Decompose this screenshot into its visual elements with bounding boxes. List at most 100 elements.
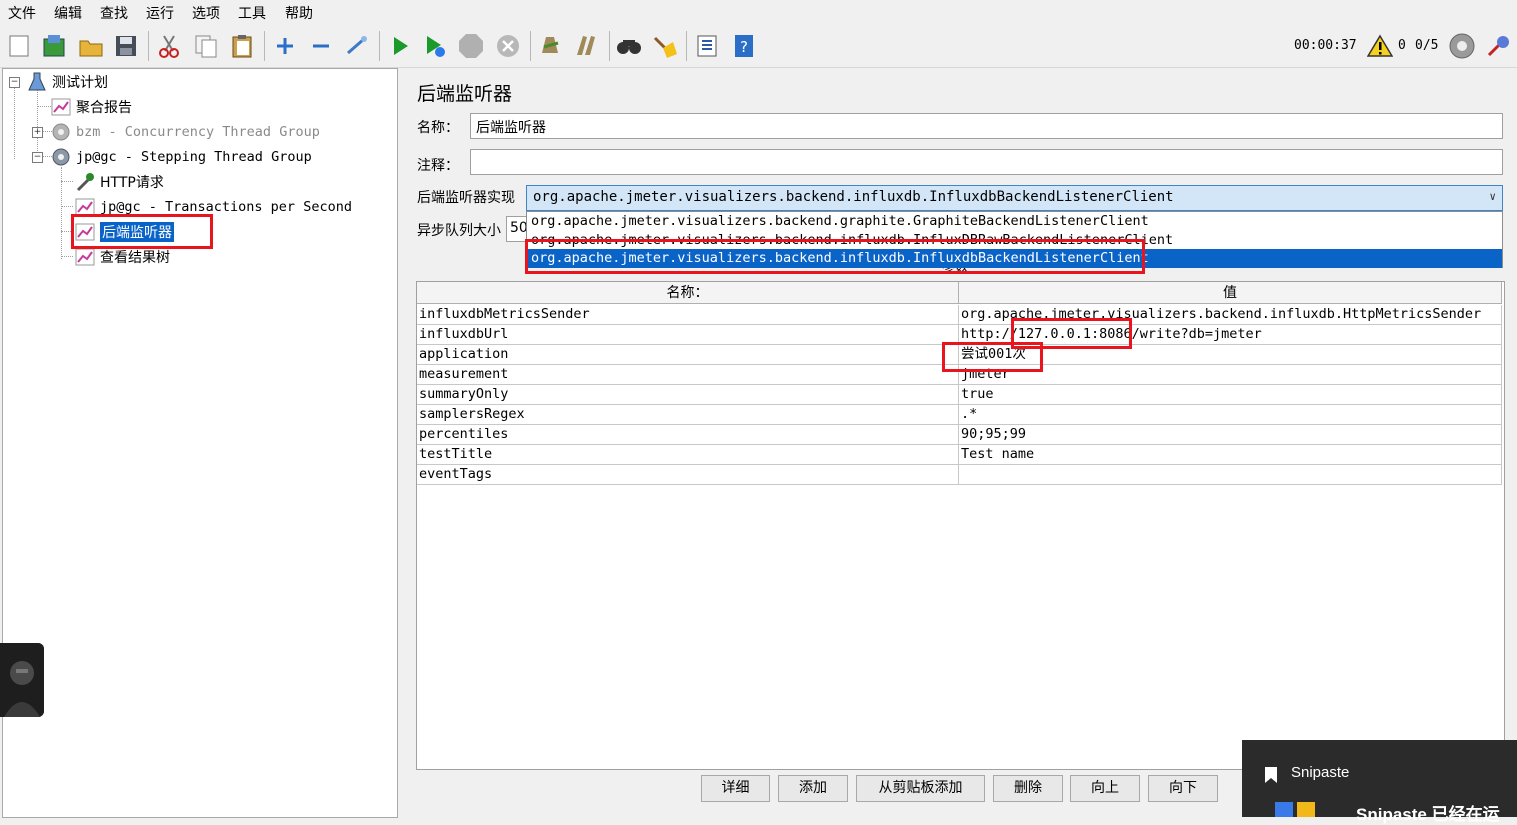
- warning-icon[interactable]: [1366, 32, 1394, 60]
- queue-size-label: 异步队列大小: [417, 223, 501, 239]
- tree-line: [61, 256, 73, 257]
- column-header-name[interactable]: 名称：: [417, 282, 959, 304]
- dropdown-option[interactable]: org.apache.jmeter.visualizers.backend.in…: [527, 231, 1502, 250]
- table-cell-value[interactable]: [959, 465, 1502, 485]
- table-cell-name[interactable]: influxdbUrl: [417, 325, 959, 345]
- snipaste-notification[interactable]: Snipaste Snipaste 已经在运: [1242, 740, 1517, 824]
- column-header-value[interactable]: 值: [959, 282, 1502, 304]
- table-cell-value[interactable]: jmeter: [959, 365, 1502, 385]
- clear-all-icon[interactable]: [572, 32, 600, 60]
- tree-item-aggregate-report[interactable]: 聚合报告: [51, 96, 132, 118]
- elapsed-timer: 00:00:37: [1294, 38, 1357, 53]
- svg-text:?: ?: [740, 38, 748, 56]
- function-helper-icon[interactable]: [693, 32, 721, 60]
- stop-icon[interactable]: [457, 32, 485, 60]
- table-cell-name[interactable]: samplersRegex: [417, 405, 959, 425]
- templates-icon[interactable]: [40, 32, 68, 60]
- add-from-clipboard-button[interactable]: 从剪贴板添加: [856, 775, 985, 802]
- table-cell-name[interactable]: summaryOnly: [417, 385, 959, 405]
- tree-item-backend-listener[interactable]: 后端监听器: [75, 221, 174, 243]
- tree-item-stepping-thread-group[interactable]: jp@gc - Stepping Thread Group: [51, 146, 312, 168]
- detail-button[interactable]: 详细: [701, 775, 770, 802]
- start-no-pause-icon[interactable]: [421, 32, 449, 60]
- menu-edit[interactable]: 编辑: [54, 3, 82, 23]
- chevron-down-icon[interactable]: ∨: [1489, 190, 1496, 203]
- tree-item-tps-listener[interactable]: jp@gc - Transactions per Second: [75, 196, 352, 218]
- help-icon[interactable]: ?: [730, 32, 758, 60]
- chart-listener-icon: [75, 247, 95, 267]
- gear-icon: [51, 147, 71, 167]
- shutdown-icon[interactable]: [494, 32, 522, 60]
- table-cell-value[interactable]: .*: [959, 405, 1502, 425]
- table-cell-name[interactable]: percentiles: [417, 425, 959, 445]
- menu-run[interactable]: 运行: [146, 3, 174, 23]
- cut-icon[interactable]: [155, 32, 183, 60]
- chart-listener-icon: [75, 222, 95, 242]
- tree-line: [37, 106, 51, 107]
- params-table[interactable]: 名称： 值 influxdbMetricsSender org.apache.j…: [416, 281, 1505, 770]
- collapse-toggle[interactable]: −: [32, 152, 43, 163]
- toggle-icon[interactable]: [343, 32, 371, 60]
- paste-icon[interactable]: [228, 32, 256, 60]
- active-threads: 0/5: [1415, 38, 1439, 53]
- dropdown-option[interactable]: org.apache.jmeter.visualizers.backend.gr…: [527, 212, 1502, 231]
- expand-toggle[interactable]: +: [32, 127, 43, 138]
- open-icon[interactable]: [77, 32, 105, 60]
- backend-listener-panel: 后端监听器 名称： 后端监听器 注释： 后端监听器实现 org.apache.j…: [404, 68, 1517, 817]
- tree-line: [14, 87, 15, 159]
- tree-item-http-request[interactable]: HTTP请求: [75, 171, 164, 193]
- expand-icon[interactable]: [271, 32, 299, 60]
- menu-search[interactable]: 查找: [100, 3, 128, 23]
- chart-listener-icon: [51, 97, 71, 117]
- move-down-button[interactable]: 向下: [1148, 775, 1218, 802]
- table-cell-value[interactable]: true: [959, 385, 1502, 405]
- snipaste-logo-icon: [1275, 802, 1315, 821]
- tree-line: [61, 181, 73, 182]
- reset-search-icon[interactable]: [651, 32, 679, 60]
- collapse-icon[interactable]: [307, 32, 335, 60]
- save-icon[interactable]: [112, 32, 140, 60]
- start-icon[interactable]: [386, 32, 414, 60]
- menu-tools[interactable]: 工具: [238, 3, 266, 23]
- table-cell-name[interactable]: influxdbMetricsSender: [417, 305, 959, 325]
- tree-item-test-plan[interactable]: 测试计划: [27, 71, 108, 93]
- comment-label: 注释：: [417, 158, 459, 174]
- impl-select[interactable]: org.apache.jmeter.visualizers.backend.in…: [526, 185, 1503, 211]
- table-cell-name[interactable]: application: [417, 345, 959, 365]
- copy-icon[interactable]: [192, 32, 220, 60]
- menu-help[interactable]: 帮助: [285, 3, 313, 23]
- table-cell-name[interactable]: measurement: [417, 365, 959, 385]
- table-cell-value[interactable]: Test name: [959, 445, 1502, 465]
- test-plan-tree[interactable]: − 测试计划 聚合报告 + bzm - Concurrency Thread G…: [2, 68, 398, 818]
- dropdown-option-selected[interactable]: org.apache.jmeter.visualizers.backend.in…: [527, 249, 1502, 268]
- clear-icon[interactable]: [535, 32, 563, 60]
- comment-field[interactable]: [470, 149, 1503, 175]
- menu-file[interactable]: 文件: [8, 3, 36, 23]
- table-cell-value[interactable]: 90;95;99: [959, 425, 1502, 445]
- impl-select-value: org.apache.jmeter.visualizers.backend.in…: [533, 189, 1174, 205]
- table-cell-value[interactable]: http://127.0.0.1:8086/write?db=jmeter: [959, 325, 1502, 345]
- table-cell-value[interactable]: 尝试001次: [959, 345, 1502, 365]
- chart-listener-icon: [75, 197, 95, 217]
- toolbar: ? 00:00:37 0 0/5: [0, 25, 1517, 68]
- error-count: 0: [1398, 38, 1406, 53]
- log-viewer-icon[interactable]: [1484, 32, 1512, 60]
- tree-line: [61, 206, 73, 207]
- table-cell-name[interactable]: testTitle: [417, 445, 959, 465]
- table-cell-name[interactable]: eventTags: [417, 465, 959, 485]
- floating-avatar[interactable]: [0, 643, 44, 717]
- delete-button[interactable]: 删除: [993, 775, 1063, 802]
- collapse-toggle[interactable]: −: [9, 77, 20, 88]
- menu-options[interactable]: 选项: [192, 3, 220, 23]
- table-cell-value[interactable]: org.apache.jmeter.visualizers.backend.in…: [959, 305, 1502, 325]
- tree-item-view-results-tree[interactable]: 查看结果树: [75, 246, 170, 268]
- impl-label: 后端监听器实现: [417, 190, 515, 206]
- tree-line: [37, 87, 38, 159]
- impl-dropdown-list[interactable]: org.apache.jmeter.visualizers.backend.gr…: [526, 211, 1503, 268]
- new-icon[interactable]: [5, 32, 33, 60]
- add-button[interactable]: 添加: [778, 775, 848, 802]
- name-field[interactable]: 后端监听器: [470, 113, 1503, 139]
- move-up-button[interactable]: 向上: [1070, 775, 1140, 802]
- search-icon[interactable]: [615, 32, 643, 60]
- tree-item-concurrency-thread-group[interactable]: bzm - Concurrency Thread Group: [51, 121, 320, 143]
